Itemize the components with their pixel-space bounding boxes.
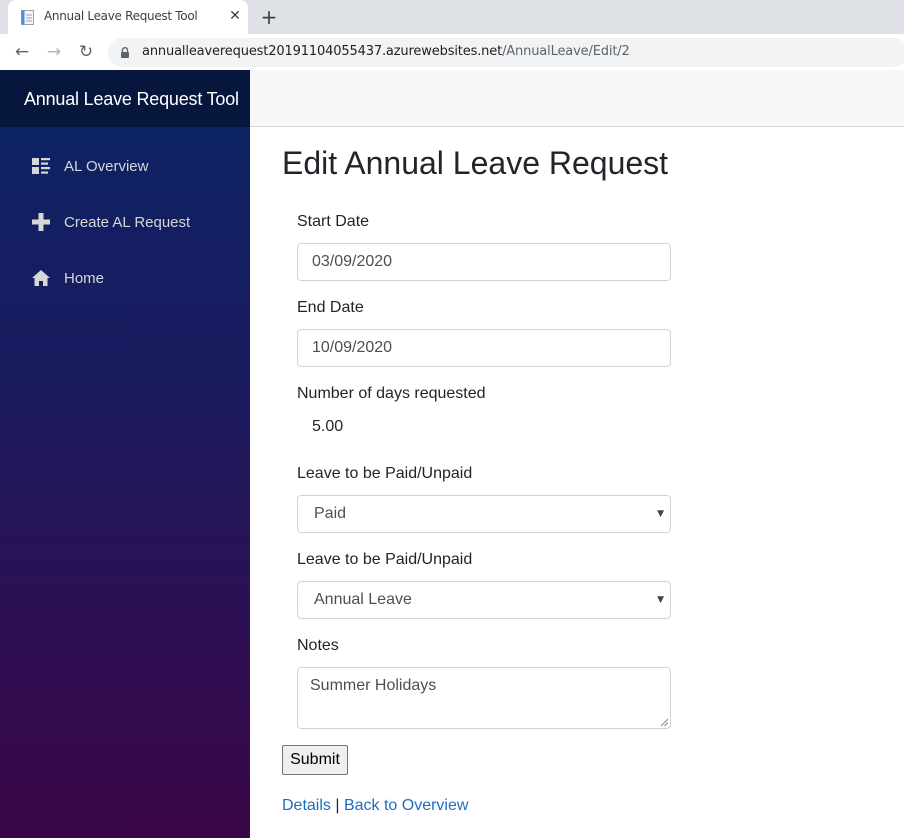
sidebar-item-label: Create AL Request — [64, 214, 191, 231]
start-date-label: Start Date — [297, 213, 370, 230]
paid-unpaid-label: Leave to be Paid/Unpaid — [297, 465, 473, 482]
end-date-value: 10/09/2020 — [312, 339, 393, 356]
sidebar-item-al-overview[interactable]: AL Overview — [0, 146, 250, 186]
home-icon — [32, 270, 50, 286]
resize-grip-icon[interactable] — [660, 718, 668, 726]
browser-tab[interactable]: Annual Leave Request Tool ✕ — [8, 0, 248, 34]
sidebar-item-label: AL Overview — [64, 158, 149, 175]
brand-bar: Annual Leave Request Tool — [0, 70, 250, 127]
list-icon — [32, 158, 50, 174]
link-separator: | — [330, 797, 344, 814]
browser-tabstrip: Annual Leave Request Tool ✕ + — [0, 0, 904, 34]
brand-link[interactable]: Annual Leave Request Tool — [24, 89, 239, 110]
lock-icon — [121, 47, 129, 58]
leave-type-label: Leave to be Paid/Unpaid — [297, 551, 473, 568]
top-bar — [250, 70, 904, 127]
document-icon — [21, 10, 34, 25]
days-requested-label: Number of days requested — [297, 385, 486, 402]
start-date-input[interactable]: 03/09/2020 — [297, 243, 671, 281]
notes-textarea[interactable]: Summer Holidays — [297, 667, 671, 729]
end-date-input[interactable]: 10/09/2020 — [297, 329, 671, 367]
notes-label: Notes — [297, 637, 339, 654]
sidebar-item-create-al-request[interactable]: Create AL Request — [0, 202, 250, 242]
details-link[interactable]: Details — [282, 797, 331, 814]
sidebar-item-home[interactable]: Home — [0, 258, 250, 298]
caret-down-icon: ▼ — [657, 595, 664, 605]
reload-icon[interactable]: ↻ — [74, 40, 98, 64]
forward-arrow-icon[interactable]: → — [42, 40, 66, 64]
sidebar: Annual Leave Request Tool AL Overview Cr… — [0, 70, 250, 838]
url-path: /AnnualLeave/Edit/2 — [502, 44, 630, 59]
close-tab-icon[interactable]: ✕ — [226, 7, 244, 25]
page-title: Edit Annual Leave Request — [282, 145, 669, 181]
url-host: annualleaverequest20191104055437.azurewe… — [142, 44, 503, 59]
paid-unpaid-select[interactable]: Paid ▼ — [297, 495, 671, 533]
back-to-overview-link[interactable]: Back to Overview — [344, 797, 468, 814]
browser-toolbar: ← → ↻ annualleaverequest20191104055437.a… — [0, 34, 904, 70]
back-arrow-icon[interactable]: ← — [10, 40, 34, 64]
sidebar-item-label: Home — [64, 270, 105, 287]
plus-icon — [32, 213, 50, 231]
url-text: annualleaverequest20191104055437.azurewe… — [142, 44, 630, 59]
tab-title: Annual Leave Request Tool — [44, 9, 198, 23]
caret-down-icon: ▼ — [657, 509, 664, 519]
leave-type-value: Annual Leave — [314, 591, 412, 608]
days-requested-value: 5.00 — [312, 418, 344, 435]
footer-links: Details | Back to Overview — [282, 797, 468, 815]
notes-value: Summer Holidays — [310, 677, 437, 694]
address-bar[interactable]: annualleaverequest20191104055437.azurewe… — [108, 38, 904, 67]
paid-unpaid-value: Paid — [314, 505, 347, 522]
leave-type-select[interactable]: Annual Leave ▼ — [297, 581, 671, 619]
start-date-value: 03/09/2020 — [312, 253, 393, 270]
end-date-label: End Date — [297, 299, 364, 316]
new-tab-button[interactable]: + — [258, 6, 280, 28]
submit-button[interactable]: Submit — [282, 745, 348, 775]
